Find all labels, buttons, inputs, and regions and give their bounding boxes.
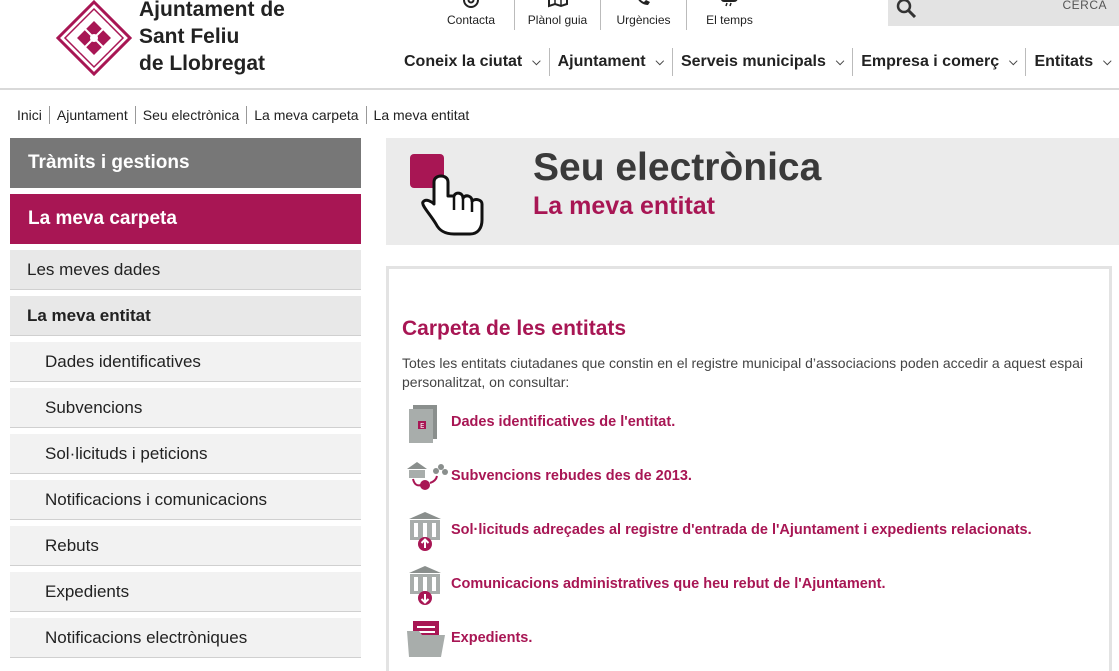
nav-ajuntament[interactable]: Ajuntament ⌵ (548, 48, 672, 76)
sidebar-item-les-meves-dades[interactable]: Les meves dades (10, 250, 361, 290)
link-sollicituds[interactable]: Sol·licituds adreçades al registre d'ent… (451, 522, 1032, 538)
sidebar-item-sollicituds[interactable]: Sol·licituds i peticions (10, 434, 361, 474)
nav-label: Serveis municipals (680, 53, 826, 70)
quicklink-label: Plànol guia (527, 13, 588, 27)
sidebar-section-tramits[interactable]: Tràmits i gestions (10, 138, 361, 188)
building-download-icon (409, 566, 441, 605)
page-banner: Seu electrònica La meva entitat (386, 138, 1119, 245)
nav-coneix-la-ciutat[interactable]: Coneix la ciutat ⌵ (396, 48, 549, 76)
link-expedients[interactable]: Expedients. (451, 630, 532, 646)
link-item: Expedients. (405, 619, 1085, 659)
site-header: Ajuntament de Sant Feliu de Llobregat Co… (0, 0, 1119, 90)
chevron-down-icon: ⌵ (532, 55, 541, 68)
sidebar-item-notificacions-electroniques[interactable]: Notificacions electròniques (10, 618, 361, 658)
sidebar-item-la-meva-entitat[interactable]: La meva entitat (10, 296, 361, 336)
nav-label: Empresa i comerç (861, 53, 1000, 70)
link-comunicacions[interactable]: Comunicacions administratives que heu re… (451, 576, 886, 592)
brand-line: Sant Feliu (139, 25, 240, 48)
folder-icon (407, 621, 445, 657)
chevron-down-icon: ⌵ (1103, 55, 1112, 68)
content-heading: Carpeta de les entitats (402, 317, 627, 340)
breadcrumb-item-current: La meva entitat (365, 106, 477, 124)
phone-icon (637, 0, 650, 5)
sidebar-item-rebuts[interactable]: Rebuts (10, 526, 361, 566)
link-item: E Dades identificatives de l'entitat. (405, 403, 1085, 443)
link-item: Subvencions rebudes des de 2013. (405, 457, 1085, 497)
page-title: Seu electrònica (533, 146, 822, 189)
quicklink-el-temps[interactable]: El temps (686, 0, 772, 30)
search-icon[interactable] (896, 0, 918, 18)
search-box[interactable]: CERCA (888, 0, 1119, 26)
quicklink-label: El temps (706, 13, 753, 27)
quicklinks: Contacta Plànol guia Urgències El temps (428, 0, 772, 30)
weather-icon (720, 0, 737, 7)
link-dades-identificatives[interactable]: Dades identificatives de l'entitat. (451, 414, 675, 430)
hand-pointer-icon (410, 154, 484, 236)
sidebar-item-notificacions-comunicacions[interactable]: Notificacions i comunicacions (10, 480, 361, 520)
logo-emblem-icon[interactable] (56, 0, 132, 76)
link-item: Comunicacions administratives que heu re… (405, 565, 1085, 605)
chevron-down-icon: ⌵ (1009, 55, 1018, 68)
sidebar: Tràmits i gestions La meva carpeta Les m… (10, 138, 361, 664)
link-subvencions[interactable]: Subvencions rebudes des de 2013. (451, 468, 692, 484)
document-icon: E (409, 405, 437, 443)
quicklink-planol-guia[interactable]: Plànol guia (514, 0, 600, 30)
building-upload-icon (409, 512, 441, 551)
breadcrumb-item[interactable]: Ajuntament (48, 106, 135, 124)
breadcrumb-item[interactable]: Seu electrònica (134, 106, 247, 124)
content-card: Carpeta de les entitats Totes les entita… (386, 266, 1112, 671)
nav-label: Coneix la ciutat (404, 53, 523, 70)
quicklink-contacta[interactable]: Contacta (428, 0, 514, 30)
chevron-down-icon: ⌵ (835, 55, 845, 68)
main-navigation: Coneix la ciutat ⌵ Ajuntament ⌵ Serveis mu… (396, 48, 1119, 78)
page-subtitle: La meva entitat (533, 192, 716, 220)
brand-line: de Llobregat (139, 52, 266, 75)
sidebar-item-dades-identificatives[interactable]: Dades identificatives (10, 342, 361, 382)
sidebar-item-subvencions[interactable]: Subvencions (10, 388, 361, 428)
nav-entitats[interactable]: Entitats ⌵ (1025, 48, 1119, 76)
grants-icon (407, 462, 448, 490)
sidebar-item-expedients[interactable]: Expedients (10, 572, 361, 612)
quicklink-urgencies[interactable]: Urgències (600, 0, 686, 30)
breadcrumb-item[interactable]: La meva carpeta (246, 106, 365, 124)
chevron-down-icon: ⌵ (655, 55, 664, 68)
link-item: Sol·licituds adreçades al registre d'ent… (405, 511, 1085, 551)
at-icon (463, 0, 479, 8)
breadcrumb: Inici Ajuntament Seu electrònica La meva… (17, 106, 476, 124)
nav-empresa-i-comerc[interactable]: Empresa i comerç ⌵ (852, 48, 1025, 76)
content-intro: Totes les entitats ciutadanes que consti… (402, 355, 1083, 390)
quicklink-label: Urgències (616, 13, 671, 27)
breadcrumb-item[interactable]: Inici (17, 106, 49, 124)
quicklink-label: Contacta (446, 13, 496, 27)
nav-label: Entitats (1034, 53, 1094, 70)
map-icon (547, 0, 568, 8)
search-label: CERCA (1062, 0, 1107, 12)
nav-label: Ajuntament (557, 53, 646, 70)
svg-text:E: E (420, 422, 424, 430)
nav-serveis-municipals[interactable]: Serveis municipals ⌵ (671, 48, 852, 76)
sidebar-section-carpeta[interactable]: La meva carpeta (10, 194, 361, 244)
brand-name[interactable]: Ajuntament de Sant Feliu de Llobregat (139, 0, 285, 77)
brand-line: Ajuntament de (139, 0, 285, 21)
